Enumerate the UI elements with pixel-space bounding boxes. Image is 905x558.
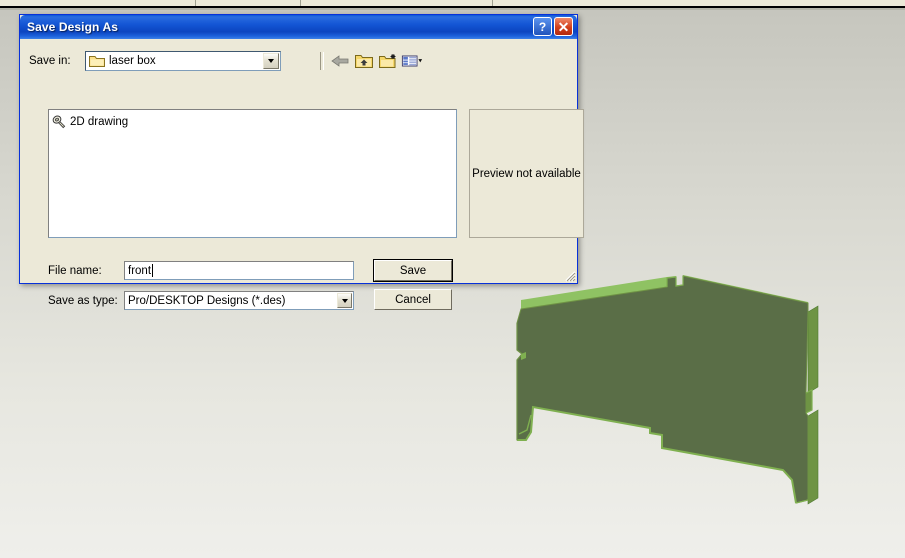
- save-in-combobox[interactable]: laser box: [85, 51, 281, 71]
- file-list[interactable]: 2D drawing: [48, 109, 457, 238]
- cancel-button[interactable]: Cancel: [374, 289, 452, 310]
- status-separator: [195, 0, 196, 6]
- drawing-file-icon: [52, 115, 66, 129]
- toolbar-separator: [320, 52, 324, 70]
- save-as-type-dropdown-arrow[interactable]: [337, 293, 352, 308]
- save-as-type-label: Save as type:: [48, 294, 118, 307]
- up-one-level-icon: [355, 55, 373, 68]
- model-side-upper: [807, 305, 819, 394]
- titlebar-buttons: ? ✕: [533, 17, 573, 36]
- list-item-label: 2D drawing: [70, 116, 129, 128]
- text-caret: [152, 264, 154, 277]
- preview-pane: Preview not available: [469, 109, 584, 238]
- save-design-as-dialog: Save Design As ? ✕ Save in: laser box 2D…: [19, 14, 584, 310]
- host-status-bar: [0, 0, 905, 8]
- views-menu-icon: [401, 55, 423, 67]
- save-in-dropdown-arrow[interactable]: [263, 53, 279, 69]
- dialog-titlebar[interactable]: Save Design As ? ✕: [20, 15, 577, 39]
- dialog-toolbar: [320, 49, 423, 73]
- status-separator: [300, 0, 301, 6]
- preview-message: Preview not available: [472, 167, 581, 180]
- back-button[interactable]: [329, 50, 351, 72]
- status-separator: [492, 0, 493, 6]
- resize-grip[interactable]: [562, 268, 576, 282]
- folder-icon: [89, 56, 105, 67]
- new-folder-icon: [379, 54, 396, 68]
- model-side-lower: [807, 409, 819, 505]
- file-name-row: File name: front: [48, 261, 354, 280]
- new-folder-button[interactable]: [377, 50, 399, 72]
- views-button[interactable]: [401, 50, 423, 72]
- chevron-down-icon: [341, 298, 348, 303]
- screen: Save Design As ? ✕ Save in: laser box 2D…: [0, 0, 905, 558]
- save-as-type-row: Save as type: Pro/DESKTOP Designs (*.des…: [48, 291, 354, 310]
- dialog-body: Save in: laser box 2D drawing Preview no…: [20, 39, 584, 310]
- file-name-label: File name:: [48, 264, 102, 277]
- help-button[interactable]: ?: [533, 17, 552, 36]
- save-as-type-combobox[interactable]: Pro/DESKTOP Designs (*.des): [124, 291, 354, 310]
- model-side-notch: [805, 389, 813, 414]
- file-name-value: front: [128, 264, 152, 277]
- save-as-type-value: Pro/DESKTOP Designs (*.des): [128, 294, 286, 307]
- close-button[interactable]: ✕: [554, 17, 573, 36]
- save-in-value: laser box: [109, 55, 156, 67]
- up-one-level-button[interactable]: [353, 50, 375, 72]
- chevron-down-icon: [268, 59, 274, 63]
- file-name-input[interactable]: front: [124, 261, 354, 280]
- save-button[interactable]: Save: [373, 259, 453, 282]
- list-item[interactable]: 2D drawing: [52, 114, 453, 130]
- back-arrow-icon: [331, 55, 349, 67]
- save-in-label: Save in:: [29, 55, 71, 67]
- dialog-title: Save Design As: [27, 20, 118, 34]
- save-in-row: Save in: laser box: [29, 50, 281, 72]
